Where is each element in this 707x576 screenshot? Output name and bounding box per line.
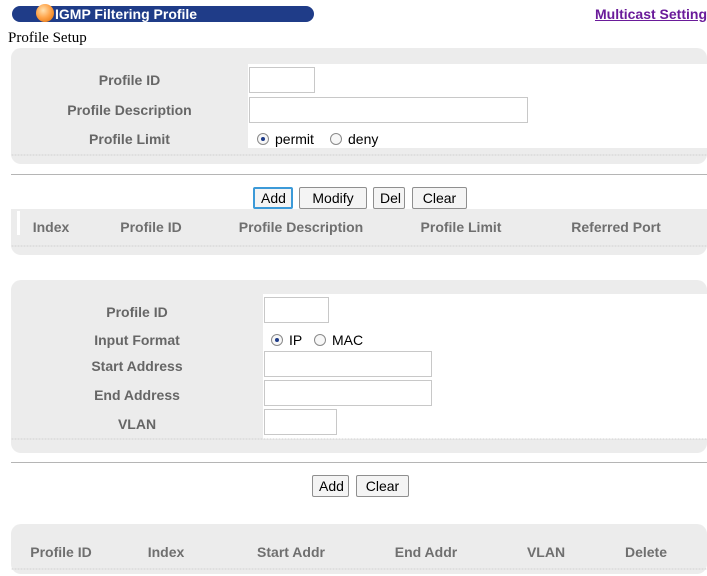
divider-line [11, 462, 707, 463]
add-address-button[interactable]: Add [312, 475, 349, 497]
table-divider [11, 245, 707, 247]
address-table: Profile ID Index Start Addr End Addr VLA… [11, 524, 707, 574]
profile-description-input[interactable] [249, 97, 528, 123]
col-profile-description: Profile Description [238, 219, 364, 235]
format-ip-label: IP [289, 332, 303, 348]
col-profile-limit: Profile Limit [420, 219, 502, 235]
page-title-bar: IGMP Filtering Profile [12, 4, 314, 22]
col-end-addr: End Addr [394, 544, 458, 560]
section-title: Profile Setup [8, 30, 87, 46]
profile-id-input[interactable] [249, 67, 315, 93]
start-address-input[interactable] [264, 351, 432, 377]
panel-divider [11, 438, 707, 440]
address-profile-id-input[interactable] [264, 297, 329, 323]
divider-line [11, 174, 707, 175]
col-referred-port: Referred Port [571, 219, 661, 235]
col-index: Index [147, 544, 185, 560]
limit-deny-radio[interactable]: deny [330, 131, 378, 147]
radio-selected-icon[interactable] [271, 334, 283, 346]
radio-selected-icon[interactable] [257, 133, 269, 145]
clear-address-button[interactable]: Clear [356, 475, 409, 497]
table-left-bar [17, 211, 20, 235]
modify-profile-button[interactable]: Modify [299, 187, 367, 209]
col-index: Index [32, 219, 70, 235]
vlan-label: VLAN [117, 416, 157, 432]
profile-id-label: Profile ID [98, 72, 161, 88]
format-ip-radio[interactable]: IP [271, 332, 302, 348]
page-title: IGMP Filtering Profile [55, 6, 198, 22]
multicast-setting-link[interactable]: Multicast Setting [595, 6, 707, 22]
orb-icon [36, 4, 54, 22]
start-address-label: Start Address [91, 358, 183, 374]
delete-profile-button[interactable]: Del [373, 187, 405, 209]
profile-table: Index Profile ID Profile Description Pro… [11, 209, 707, 255]
add-profile-button[interactable]: Add [253, 187, 293, 209]
radio-unselected-icon[interactable] [314, 334, 326, 346]
col-vlan: VLAN [526, 544, 566, 560]
vlan-input[interactable] [264, 409, 337, 435]
profile-limit-label: Profile Limit [89, 131, 170, 147]
end-address-label: End Address [94, 387, 180, 403]
radio-unselected-icon[interactable] [330, 133, 342, 145]
table-divider [11, 568, 707, 570]
col-start-addr: Start Addr [257, 544, 325, 560]
limit-permit-radio[interactable]: permit [257, 131, 314, 147]
end-address-input[interactable] [264, 380, 432, 406]
address-setup-panel: Profile ID Input Format IP MAC Start Add… [11, 280, 707, 453]
format-mac-radio[interactable]: MAC [314, 332, 363, 348]
limit-permit-label: permit [275, 131, 314, 147]
address-profile-id-label: Profile ID [106, 304, 168, 320]
format-mac-label: MAC [332, 332, 364, 348]
limit-deny-label: deny [348, 131, 379, 147]
clear-profile-button[interactable]: Clear [412, 187, 467, 209]
col-profile-id: Profile ID [120, 219, 182, 235]
profile-description-label: Profile Description [67, 102, 192, 118]
col-profile-id: Profile ID [30, 544, 92, 560]
panel-divider [11, 154, 707, 156]
col-delete: Delete [624, 544, 668, 560]
input-format-label: Input Format [94, 332, 180, 348]
profile-setup-panel: Profile ID Profile Description Profile L… [11, 48, 707, 164]
